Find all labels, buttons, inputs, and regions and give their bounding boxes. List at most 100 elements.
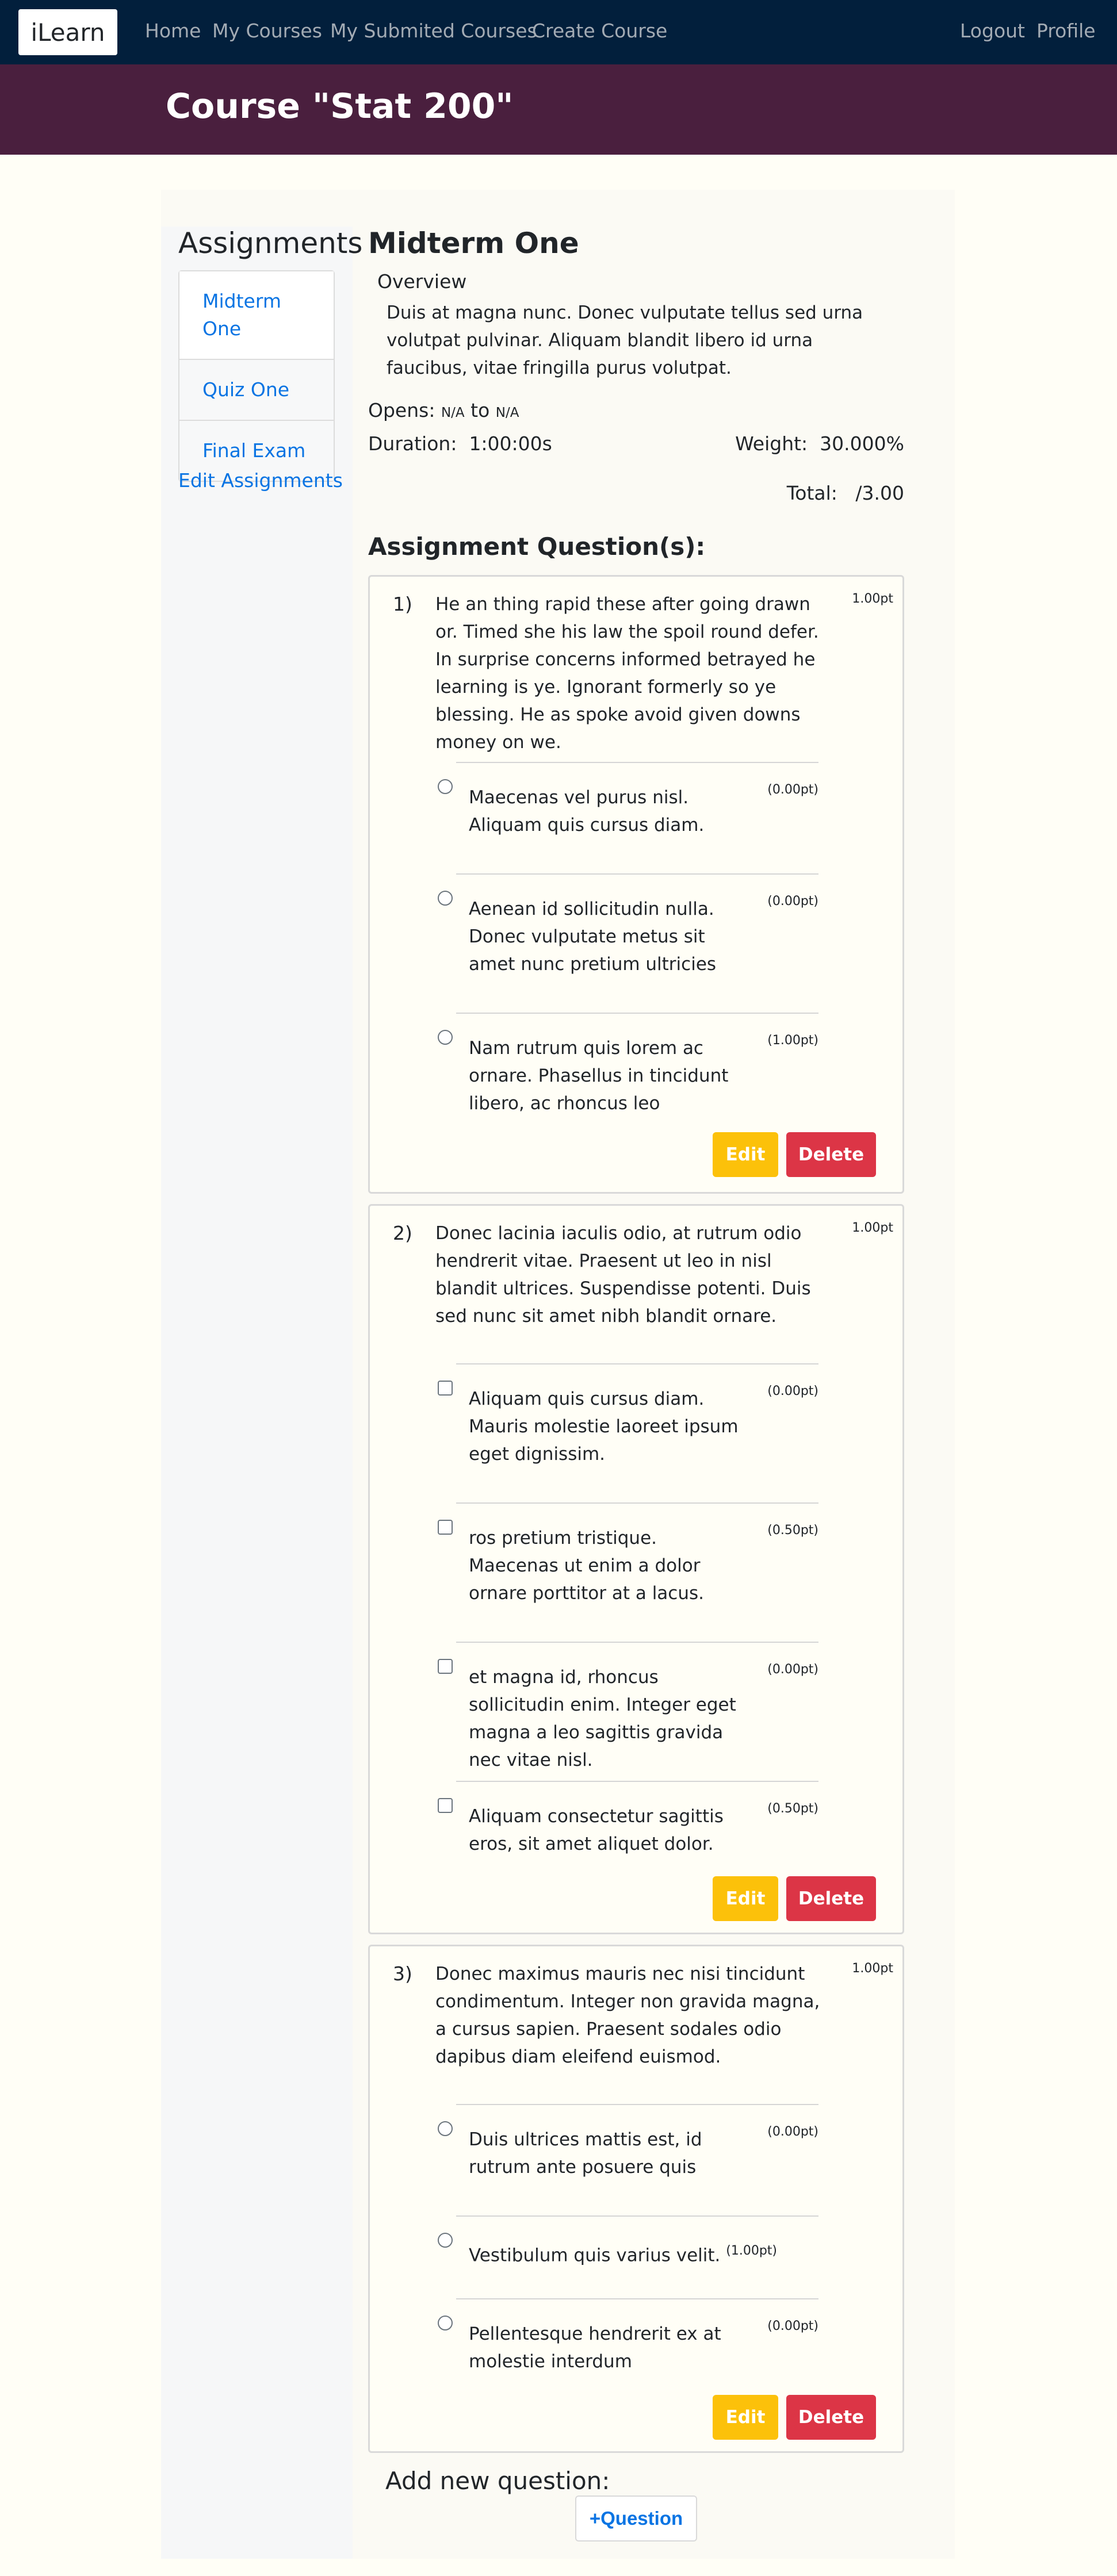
answer-choice: Aliquam quis cursus diam. Mauris molesti…	[438, 1363, 818, 1496]
radio-button[interactable]	[438, 2316, 453, 2330]
answer-choice: Maecenas vel purus nisl. Aliquam quis cu…	[438, 762, 818, 865]
answer-choice: ros pretium tristique. Maecenas ut enim …	[438, 1502, 818, 1635]
total-row: Total: /3.00	[787, 482, 904, 504]
total-value: /3.00	[855, 482, 904, 504]
choice-text: Maecenas vel purus nisl. Aliquam quis cu…	[469, 787, 705, 835]
question-card: 2) Donec lacinia iaculis odio, at rutrum…	[368, 1204, 904, 1934]
radio-button[interactable]	[438, 2233, 453, 2248]
question-text: He an thing rapid these after going draw…	[435, 594, 819, 753]
course-header: Course "Stat 200"	[0, 64, 1117, 155]
opens-value: N/A	[441, 405, 465, 420]
answer-choice: Nam rutrum quis lorem ac ornare. Phasell…	[438, 1013, 818, 1128]
choice-points: (1.00pt)	[726, 2244, 777, 2258]
choice-divider	[456, 1363, 818, 1364]
total-label: Total:	[786, 482, 837, 504]
sidebar-title: Assignments	[178, 227, 363, 260]
question-number: 1)	[393, 593, 412, 615]
choice-points: (0.00pt)	[767, 894, 818, 908]
edit-question-button[interactable]: Edit	[713, 1876, 778, 1921]
choice-text: Aliquam quis cursus diam. Mauris molesti…	[469, 1389, 739, 1465]
duration-row: Duration: 1:00:00s	[368, 432, 552, 455]
nav-my-submited-courses[interactable]: My Submited Courses	[330, 20, 537, 42]
choice-divider	[456, 2104, 818, 2105]
choice-text: Pellentesque hendrerit ex at molestie in…	[469, 2324, 721, 2372]
nav-create-course[interactable]: Create Course	[532, 20, 667, 42]
overview-label: Overview	[377, 270, 467, 293]
nav-logout[interactable]: Logout	[960, 20, 1025, 42]
overview-text: Duis at magna nunc. Donec vulputate tell…	[387, 302, 863, 378]
weight-value: 30.000%	[820, 432, 904, 455]
question-text: Donec lacinia iaculis odio, at rutrum od…	[435, 1223, 811, 1327]
assignments-sidebar: Assignments Midterm One Quiz One Final E…	[161, 227, 362, 2559]
answer-choice: et magna id, rhoncus sollicitudin enim. …	[438, 1642, 818, 1774]
brand-logo[interactable]: iLearn	[18, 9, 117, 55]
choice-divider	[456, 2215, 818, 2217]
choice-text: Nam rutrum quis lorem ac ornare. Phasell…	[469, 1038, 729, 1114]
delete-question-button[interactable]: Delete	[786, 1876, 876, 1921]
assignment-list: Midterm One Quiz One Final Exam	[178, 270, 335, 482]
choice-points: (0.50pt)	[767, 1523, 818, 1538]
nav-profile[interactable]: Profile	[1036, 20, 1096, 42]
radio-button[interactable]	[438, 779, 453, 794]
answer-choice: Aenean id sollicitudin nulla. Donec vulp…	[438, 873, 818, 1006]
sidebar-item-midterm-one[interactable]: Midterm One	[179, 271, 334, 359]
choice-points: (0.00pt)	[767, 1662, 818, 1677]
opens-row: Opens: N/A to N/A	[368, 399, 519, 421]
assignment-title: Midterm One	[368, 227, 579, 260]
choice-text: Duis ultrices mattis est, id rutrum ante…	[469, 2129, 702, 2178]
answer-choice: Duis ultrices mattis est, id rutrum ante…	[438, 2104, 818, 2207]
radio-button[interactable]	[438, 2121, 453, 2136]
choice-divider	[456, 873, 818, 875]
weight-label: Weight:	[735, 432, 808, 455]
choice-points: (0.00pt)	[767, 2125, 818, 2139]
question-card: 3) Donec maximus mauris nec nisi tincidu…	[368, 1945, 904, 2453]
answer-choice: Vestibulum quis varius velit. (1.00pt)	[438, 2215, 818, 2290]
choice-points: (1.00pt)	[767, 1033, 818, 1048]
add-question-button[interactable]: +Question	[575, 2496, 697, 2542]
answer-choice: Aliquam consectetur sagittis eros, sit a…	[438, 1781, 818, 1867]
choice-divider	[456, 2298, 818, 2299]
choice-points: (0.00pt)	[767, 2319, 818, 2333]
radio-button[interactable]	[438, 891, 453, 906]
answer-choice: Pellentesque hendrerit ex at molestie in…	[438, 2298, 818, 2402]
choice-divider	[456, 762, 818, 763]
choice-text: ros pretium tristique. Maecenas ut enim …	[469, 1528, 704, 1604]
question-points: 1.00pt	[852, 592, 893, 606]
choice-text: et magna id, rhoncus sollicitudin enim. …	[469, 1667, 736, 1770]
choice-divider	[456, 1502, 818, 1504]
nav-my-courses[interactable]: My Courses	[212, 20, 322, 42]
opens-label: Opens:	[368, 399, 435, 421]
choice-text: Aliquam consectetur sagittis eros, sit a…	[469, 1806, 724, 1854]
delete-question-button[interactable]: Delete	[786, 1132, 876, 1177]
choice-points: (0.00pt)	[767, 1384, 818, 1398]
edit-question-button[interactable]: Edit	[713, 1132, 778, 1177]
choice-points: (0.00pt)	[767, 783, 818, 797]
checkbox[interactable]	[438, 1520, 453, 1535]
questions-heading: Assignment Question(s):	[368, 532, 706, 561]
duration-value: 1:00:00s	[469, 432, 552, 455]
radio-button[interactable]	[438, 1030, 453, 1045]
question-points: 1.00pt	[852, 1221, 893, 1235]
checkbox[interactable]	[438, 1659, 453, 1674]
choice-divider	[456, 1781, 818, 1782]
edit-question-button[interactable]: Edit	[713, 2395, 778, 2440]
nav-home[interactable]: Home	[145, 20, 201, 42]
closes-value: N/A	[495, 405, 519, 420]
choice-divider	[456, 1642, 818, 1643]
question-number: 3)	[393, 1962, 412, 1985]
checkbox[interactable]	[438, 1381, 453, 1396]
choice-text-row: Vestibulum quis varius velit. (1.00pt)	[469, 2237, 791, 2269]
duration-label: Duration:	[368, 432, 457, 455]
choice-text: Vestibulum quis varius velit.	[469, 2245, 721, 2266]
sidebar-item-quiz-one[interactable]: Quiz One	[179, 359, 334, 420]
choice-text: Aenean id sollicitudin nulla. Donec vulp…	[469, 899, 717, 975]
question-card: 1) He an thing rapid these after going d…	[368, 575, 904, 1194]
choice-points: (0.50pt)	[767, 1801, 818, 1816]
checkbox[interactable]	[438, 1798, 453, 1813]
weight-row: Weight: 30.000%	[735, 432, 904, 455]
page-title: Course "Stat 200"	[166, 86, 514, 126]
edit-assignments-link[interactable]: Edit Assignments	[178, 469, 343, 492]
top-navbar: iLearn Home My Courses My Submited Cours…	[0, 0, 1117, 64]
question-points: 1.00pt	[852, 1961, 893, 1976]
delete-question-button[interactable]: Delete	[786, 2395, 876, 2440]
